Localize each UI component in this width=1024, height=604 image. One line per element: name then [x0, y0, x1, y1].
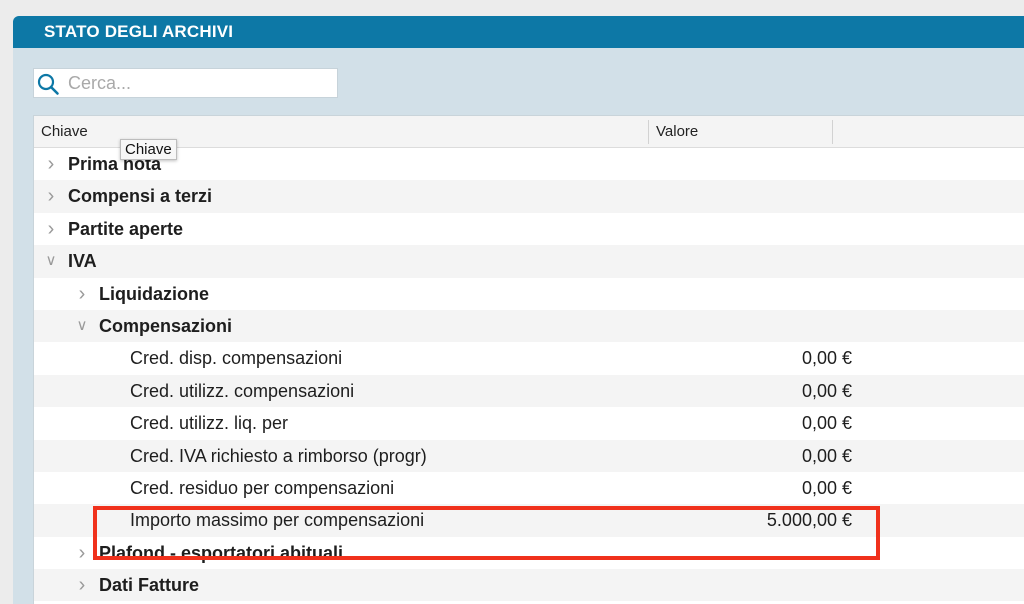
tree-group-row[interactable]: › Prima nota	[34, 148, 1024, 180]
tree-group-row[interactable]: › Partite aperte	[34, 213, 1024, 245]
search-icon[interactable]	[36, 72, 60, 96]
tree-group-row[interactable]: › Plafond - esportatori abituali	[34, 537, 1024, 569]
row-label: Compensi a terzi	[68, 186, 213, 207]
column-tooltip: Chiave	[120, 139, 177, 160]
table-rows: › Prima nota › Compensi a terzi › Partite ape…	[34, 148, 1024, 602]
row-value: 0,00 €	[801, 445, 852, 466]
row-label: Partite aperte	[68, 218, 184, 239]
row-value: 0,00 €	[801, 477, 852, 498]
chevron-down-icon[interactable]: ∨	[44, 245, 58, 277]
row-value: 0,00 €	[801, 348, 852, 369]
tree-group-row[interactable]: ∨ IVA	[34, 245, 1024, 278]
row-label: Cred. disp. compensazioni	[130, 348, 343, 369]
chevron-right-icon[interactable]: ›	[75, 537, 89, 569]
search-box[interactable]	[33, 68, 338, 98]
row-label: Cred. IVA richiesto a rimborso (progr)	[130, 445, 427, 466]
search-input[interactable]	[68, 72, 328, 94]
row-label: IVA	[68, 251, 97, 272]
row-value: 0,00 €	[801, 413, 852, 434]
tree-leaf-row[interactable]: Cred. disp. compensazioni 0,00 €	[34, 342, 1024, 374]
tree-group-row[interactable]: › Compensi a terzi	[34, 180, 1024, 213]
row-value: 0,00 €	[801, 380, 852, 401]
column-header-key[interactable]: Chiave	[41, 116, 88, 147]
window-title: STATO DEGLI ARCHIVI	[13, 16, 1024, 48]
tree-leaf-row[interactable]: Cred. utilizz. compensazioni 0,00 €	[34, 374, 1024, 408]
tree-group-row[interactable]: › Dati Fatture	[34, 569, 1024, 602]
row-label: Cred. residuo per compensazioni	[130, 477, 395, 498]
column-separator[interactable]	[832, 120, 833, 144]
row-label: Plafond - esportatori abituali	[99, 542, 344, 563]
column-separator[interactable]	[648, 120, 649, 144]
row-label: Cred. utilizz. compensazioni	[130, 380, 355, 401]
tree-leaf-row[interactable]: Cred. IVA richiesto a rimborso (progr) 0,…	[34, 439, 1024, 472]
chevron-right-icon[interactable]: ›	[44, 213, 58, 245]
tree-leaf-row[interactable]: Cred. utilizz. liq. per 0,00 €	[34, 407, 1024, 439]
chevron-right-icon[interactable]: ›	[44, 148, 58, 180]
chevron-right-icon[interactable]: ›	[44, 180, 58, 212]
row-label: Liquidazione	[99, 283, 209, 304]
chevron-right-icon[interactable]: ›	[75, 569, 89, 601]
archive-tree-table: Chiave Valore Chiave › Prima nota › Compens…	[33, 115, 1024, 604]
archive-status-window: STATO DEGLI ARCHIVI Chiave Valore Chiave…	[13, 16, 1024, 604]
table-header: Chiave Valore	[34, 116, 1024, 148]
tree-group-row[interactable]: › Liquidazione	[34, 278, 1024, 310]
row-value: 5.000,00 €	[766, 510, 852, 531]
row-label: Compensazioni	[99, 315, 233, 336]
row-label: Cred. utilizz. liq. per	[130, 413, 289, 434]
tree-leaf-row[interactable]: Cred. residuo per compensazioni 0,00 €	[34, 472, 1024, 504]
row-label: Dati Fatture	[99, 575, 200, 596]
tree-group-row[interactable]: ∨ Compensazioni	[34, 309, 1024, 343]
chevron-right-icon[interactable]: ›	[75, 278, 89, 310]
column-header-value[interactable]: Valore	[656, 116, 698, 147]
row-label: Importo massimo per compensazioni	[130, 510, 425, 531]
tree-leaf-row[interactable]: Importo massimo per compensazioni 5.000,0…	[34, 504, 1024, 537]
chevron-down-icon[interactable]: ∨	[75, 310, 89, 342]
